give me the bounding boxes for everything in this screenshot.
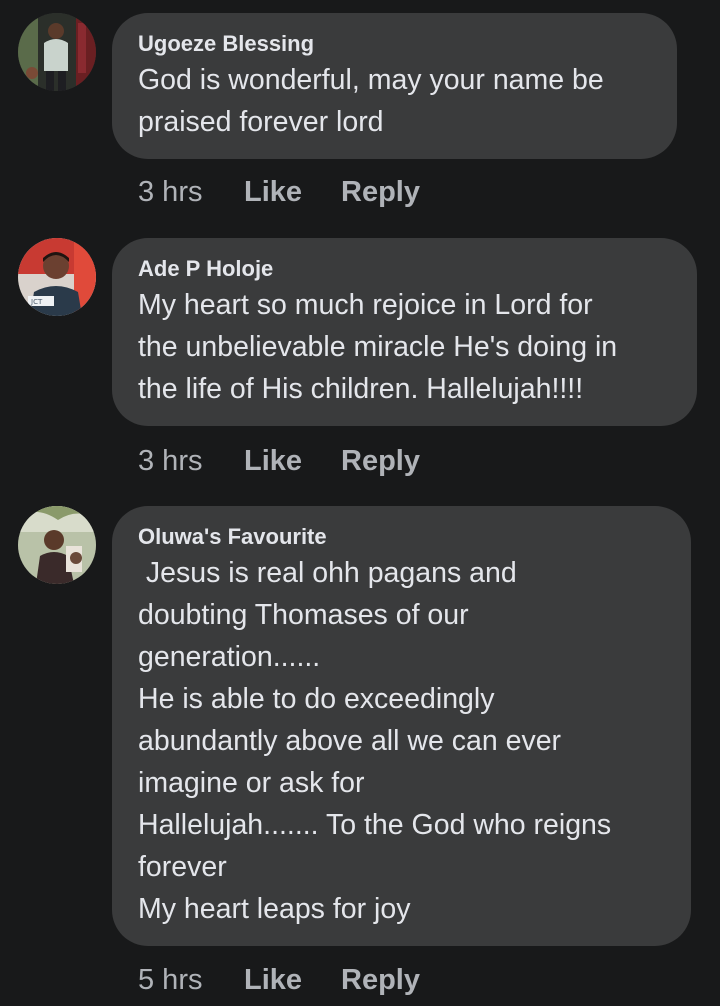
user-photo-icon xyxy=(18,13,96,91)
comment-bubble: Oluwa's Favourite Jesus is real ohh paga… xyxy=(112,506,691,946)
svg-text:JCT: JCT xyxy=(30,298,43,306)
avatar[interactable] xyxy=(18,13,96,91)
comment-actions: 3 hrs Like Reply xyxy=(138,441,420,481)
user-photo-icon xyxy=(18,506,96,584)
comment-text: Jesus is real ohh pagans and doubting Th… xyxy=(138,557,612,925)
comment-text: My heart so much rejoice in Lord for the… xyxy=(138,289,618,405)
comment-bubble: Ugoeze Blessing God is wonderful, may yo… xyxy=(112,13,677,159)
comment-timestamp[interactable]: 3 hrs xyxy=(138,441,244,481)
avatar[interactable]: JCT xyxy=(18,238,96,316)
comment-author[interactable]: Oluwa's Favourite xyxy=(138,522,665,552)
comment-timestamp[interactable]: 5 hrs xyxy=(138,960,244,1000)
comment-timestamp[interactable]: 3 hrs xyxy=(138,172,244,212)
comment-bubble: Ade P Holoje My heart so much rejoice in… xyxy=(112,238,697,426)
comment-text: God is wonderful, may your name be prais… xyxy=(138,64,604,138)
like-button[interactable]: Like xyxy=(244,172,341,212)
reply-button[interactable]: Reply xyxy=(341,172,420,212)
reply-button[interactable]: Reply xyxy=(341,441,420,481)
comment-actions: 5 hrs Like Reply xyxy=(138,960,420,1000)
user-photo-icon: JCT xyxy=(18,238,96,316)
comment-author[interactable]: Ugoeze Blessing xyxy=(138,29,651,59)
like-button[interactable]: Like xyxy=(244,441,341,481)
comment-actions: 3 hrs Like Reply xyxy=(138,172,420,212)
reply-button[interactable]: Reply xyxy=(341,960,420,1000)
comment-author[interactable]: Ade P Holoje xyxy=(138,254,671,284)
avatar[interactable] xyxy=(18,506,96,584)
like-button[interactable]: Like xyxy=(244,960,341,1000)
